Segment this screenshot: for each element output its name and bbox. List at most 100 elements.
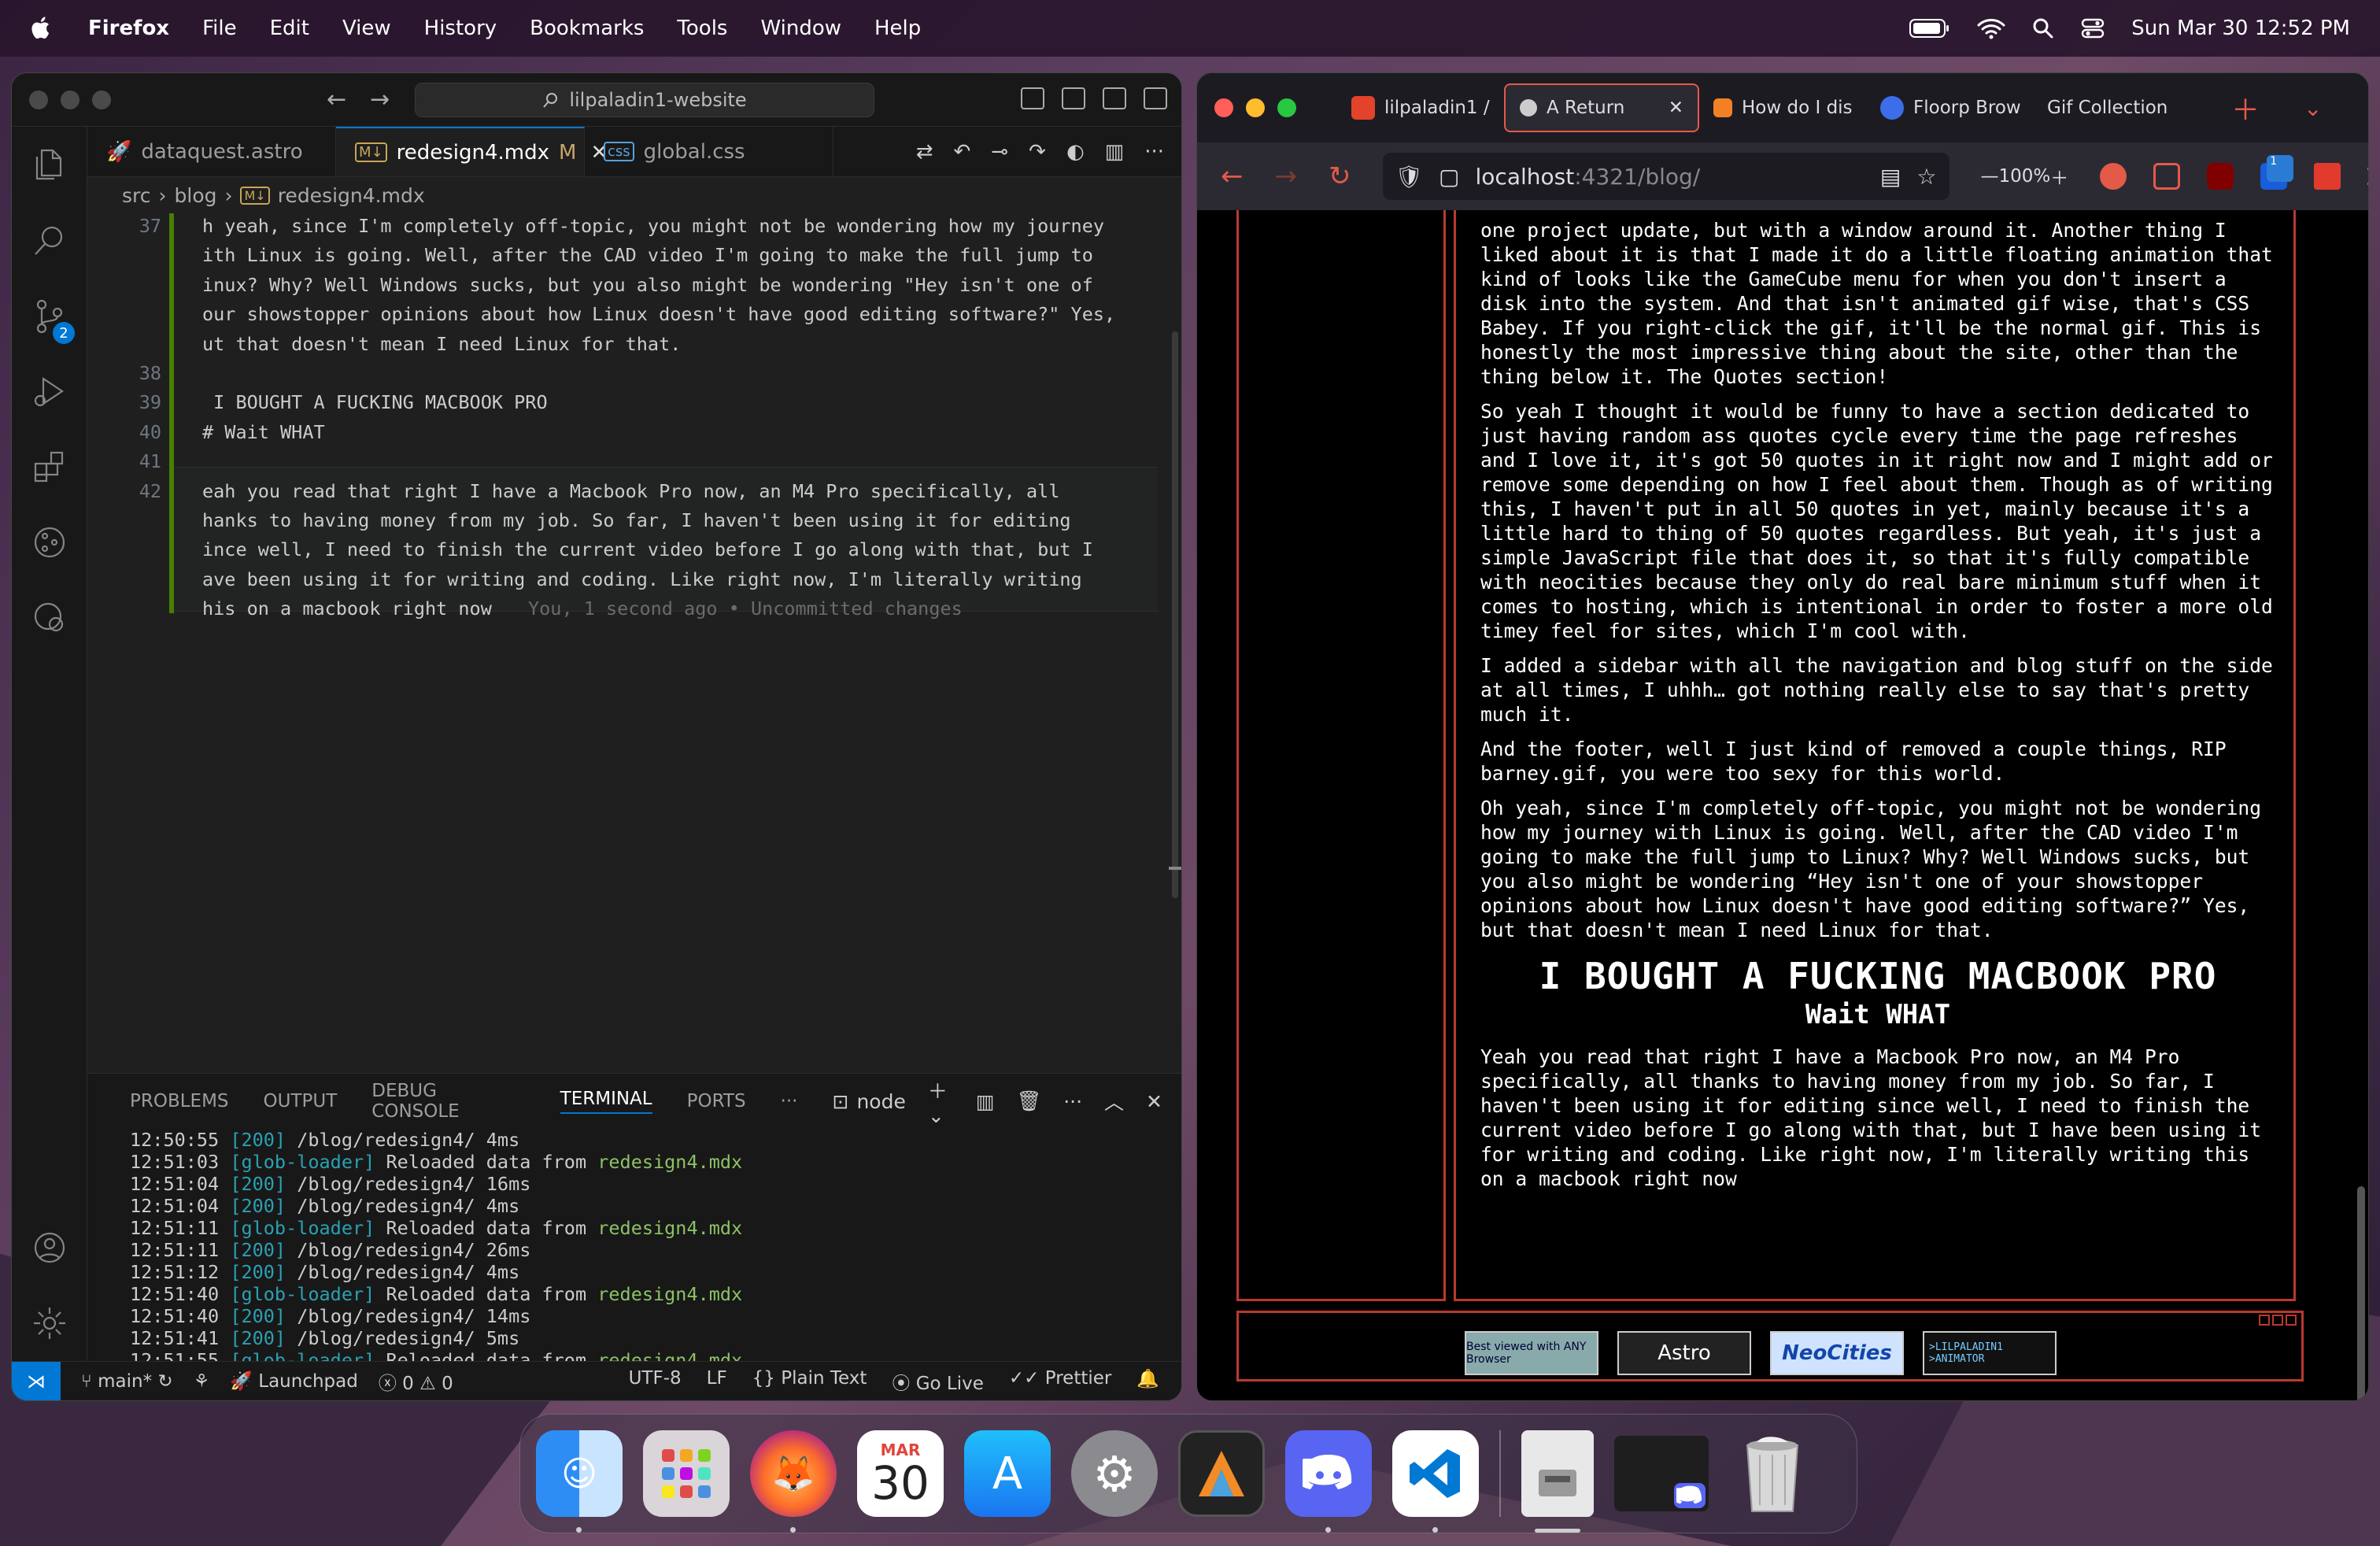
split-terminal-icon[interactable]: ▥ <box>976 1090 995 1113</box>
finder-icon[interactable]: ☺ <box>536 1430 623 1533</box>
code-line[interactable]: inux? Why? Well Windows sucks, but you a… <box>202 274 1093 296</box>
activity-accounts[interactable] <box>12 1210 87 1285</box>
gitlens-icon[interactable]: ⚘ <box>194 1371 210 1392</box>
apple-icon[interactable] <box>30 15 54 42</box>
prettier[interactable]: ✓✓ Prettier <box>1009 1368 1111 1395</box>
customize-layout-icon[interactable] <box>1021 87 1044 109</box>
control-center-icon[interactable] <box>2081 17 2105 39</box>
more-actions-icon[interactable]: ··· <box>1144 140 1164 164</box>
activity-explorer[interactable] <box>12 127 87 202</box>
trash-icon[interactable]: 🗑 <box>1016 1089 1041 1113</box>
new-tab-icon[interactable]: ＋ <box>2231 87 2260 128</box>
compare-changes-icon[interactable]: ⇄ <box>916 140 933 164</box>
code-line[interactable]: ince well, I need to finish the current … <box>202 538 1093 560</box>
menu-help[interactable]: Help <box>874 17 921 40</box>
code-line[interactable]: eah you read that right I have a Macbook… <box>202 480 1059 502</box>
menu-file[interactable]: File <box>202 17 237 40</box>
forward-arrow-icon[interactable]: → <box>370 86 390 113</box>
problems-count[interactable]: ⓧ 0 ⚠ 0 <box>379 1368 453 1395</box>
close-window-button[interactable] <box>1214 98 1233 117</box>
activity-remote[interactable] <box>12 580 87 656</box>
menu-view[interactable]: View <box>342 17 391 40</box>
close-panel-icon[interactable]: ✕ <box>1146 1090 1162 1113</box>
battery-icon[interactable] <box>1909 18 1950 39</box>
firefox-icon[interactable]: 🦊 <box>750 1430 837 1533</box>
previous-change-icon[interactable]: ↶ <box>954 140 971 164</box>
zoom-in-icon[interactable]: ＋ <box>2050 163 2068 190</box>
any-browser-badge[interactable]: Best viewed with ANY Browser <box>1465 1331 1598 1375</box>
code-editor[interactable]: 37 h yeah, since I'm completely off-topic… <box>87 213 1181 1073</box>
code-line[interactable]: his on a macbook right now <box>202 597 492 620</box>
activity-extensions[interactable] <box>12 429 87 505</box>
activity-manage[interactable] <box>12 1285 87 1361</box>
code-line[interactable]: ut that doesn't mean I need Linux for th… <box>202 333 681 355</box>
back-arrow-icon[interactable]: ← <box>327 86 346 113</box>
split-editor-icon[interactable]: ▥ <box>1105 140 1125 164</box>
browser-tab-gif-collection[interactable]: Gif Collection <box>2033 83 2200 132</box>
close-tab-icon[interactable]: ✕ <box>1669 98 1683 118</box>
browser-tab-stackoverflow[interactable]: How do I dis <box>1699 83 1866 132</box>
more-actions-icon[interactable]: ··· <box>1063 1090 1082 1113</box>
astro-badge[interactable]: Astro <box>1617 1331 1751 1375</box>
zoom-level[interactable]: 100% <box>1999 166 2051 187</box>
breadcrumb-item[interactable]: blog <box>175 184 217 207</box>
launchpad-icon[interactable] <box>643 1430 730 1517</box>
ublock-origin-icon[interactable] <box>2207 163 2234 190</box>
code-line[interactable]: # Wait WHAT <box>202 421 325 443</box>
zoom-window-button[interactable] <box>92 90 111 109</box>
toggle-secondary-sidebar-icon[interactable] <box>1144 87 1167 109</box>
bell-icon[interactable]: 🔔 <box>1136 1368 1159 1395</box>
next-change-icon[interactable]: ↷ <box>1029 140 1046 164</box>
activity-gitlens[interactable] <box>12 505 87 580</box>
remote-indicator-icon[interactable]: ⋊ <box>12 1361 61 1400</box>
breadcrumb-item[interactable]: src <box>122 184 151 207</box>
end-of-line[interactable]: LF <box>707 1368 727 1395</box>
go-live[interactable]: ⦿ Go Live <box>892 1368 983 1395</box>
app-store-icon[interactable]: A <box>964 1430 1051 1517</box>
screenshot-thumbnail-icon[interactable] <box>1614 1436 1709 1511</box>
trash-icon[interactable] <box>1729 1430 1816 1517</box>
maximize-panel-icon[interactable]: ︿ <box>1104 1087 1124 1115</box>
menu-history[interactable]: History <box>424 17 497 40</box>
minimize-window-button[interactable] <box>1246 98 1265 117</box>
profile-extension-icon[interactable] <box>2100 163 2127 190</box>
tab-global-css[interactable]: css global.css <box>585 127 833 176</box>
panel-tab-output[interactable]: OUTPUT <box>264 1091 338 1111</box>
activity-run-debug[interactable] <box>12 353 87 429</box>
menubar-clock[interactable]: Sun Mar 30 12:52 PM <box>2131 17 2350 40</box>
git-branch[interactable]: ⑂ main* ↻ <box>81 1371 173 1392</box>
tab-dataquest-astro[interactable]: 🚀 dataquest.astro <box>87 127 336 176</box>
code-line[interactable]: hanks to having money from my job. So fa… <box>202 509 1071 531</box>
shield-icon[interactable]: 🛡 <box>1395 164 1424 190</box>
zoom-out-icon[interactable]: — <box>1981 166 1999 187</box>
launchpad[interactable]: 🚀 Launchpad <box>230 1370 358 1392</box>
calendar-icon[interactable]: MAR 30 <box>857 1430 944 1517</box>
breadcrumb-item[interactable]: redesign4.mdx <box>278 184 425 207</box>
reader-view-icon[interactable]: ▤ <box>1880 164 1901 190</box>
panel-tab-problems[interactable]: PROBLEMS <box>130 1091 229 1111</box>
menu-bookmarks[interactable]: Bookmarks <box>530 17 644 40</box>
editor-scrollbar[interactable] <box>1169 331 1181 1024</box>
brave-shield-icon[interactable] <box>2314 163 2341 190</box>
encoding[interactable]: UTF-8 <box>629 1368 682 1395</box>
system-settings-icon[interactable]: ⚙ <box>1071 1430 1158 1517</box>
menu-edit[interactable]: Edit <box>270 17 309 40</box>
hamburger-menu-icon[interactable] <box>2367 168 2368 185</box>
discord-icon[interactable] <box>1285 1430 1372 1533</box>
spotlight-search-icon[interactable] <box>2032 17 2054 39</box>
scrollbar-thumb[interactable] <box>2357 1186 2365 1400</box>
minimize-window-button[interactable] <box>61 90 79 109</box>
command-center[interactable]: lilpaladin1-website <box>415 83 874 117</box>
neocities-badge[interactable]: NeoCities <box>1770 1331 1904 1375</box>
page-scrollbar[interactable] <box>2356 344 2365 1400</box>
bitwarden-icon[interactable]: 1 <box>2260 155 2294 190</box>
aseprite-icon[interactable] <box>1178 1430 1265 1517</box>
vscode-icon[interactable] <box>1392 1430 1479 1533</box>
language-mode[interactable]: {} Plain Text <box>752 1368 867 1395</box>
terminal-name[interactable]: node <box>856 1090 905 1113</box>
toggle-panel-icon[interactable] <box>1103 87 1126 109</box>
commit-icon[interactable]: ⊸ <box>991 140 1008 164</box>
downloads-folder-icon[interactable] <box>1521 1430 1594 1533</box>
panel-more-icon[interactable]: ··· <box>781 1091 798 1111</box>
panel-tab-terminal[interactable]: TERMINAL <box>560 1089 652 1114</box>
